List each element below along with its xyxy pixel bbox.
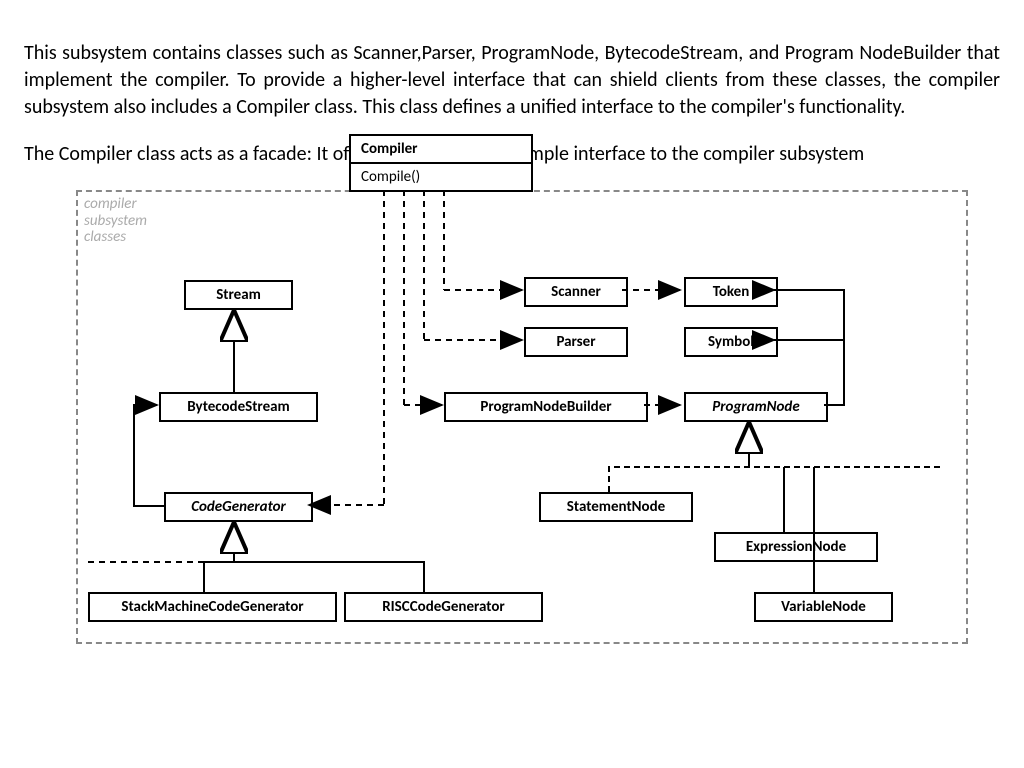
class-stackmachinecg: StackMachineCodeGenerator <box>88 592 337 622</box>
intro-paragraph: This subsystem contains classes such as … <box>24 40 1000 121</box>
class-expressionnode: ExpressionNode <box>714 532 878 562</box>
class-bytecodestream: BytecodeStream <box>159 392 318 422</box>
class-compiler: Compiler Compile() <box>349 134 533 192</box>
class-parser: Parser <box>524 327 628 357</box>
class-symbol: Symbol <box>684 327 778 357</box>
compiler-name: Compiler <box>351 136 531 162</box>
compiler-subsystem-diagram: compiler subsystem classes Compiler Comp… <box>24 132 984 642</box>
class-statementnode: StatementNode <box>539 492 693 522</box>
subsystem-label: compiler subsystem classes <box>84 196 147 246</box>
class-codegenerator: CodeGenerator <box>164 492 313 522</box>
class-risccg: RISCCodeGenerator <box>344 592 543 622</box>
class-scanner: Scanner <box>524 277 628 307</box>
class-token: Token <box>684 277 778 307</box>
class-programnodebuilder: ProgramNodeBuilder <box>444 392 648 422</box>
class-programnode: ProgramNode <box>684 392 828 422</box>
class-variablenode: VariableNode <box>754 592 893 622</box>
class-stream: Stream <box>184 280 293 310</box>
compiler-method: Compile() <box>351 162 531 190</box>
